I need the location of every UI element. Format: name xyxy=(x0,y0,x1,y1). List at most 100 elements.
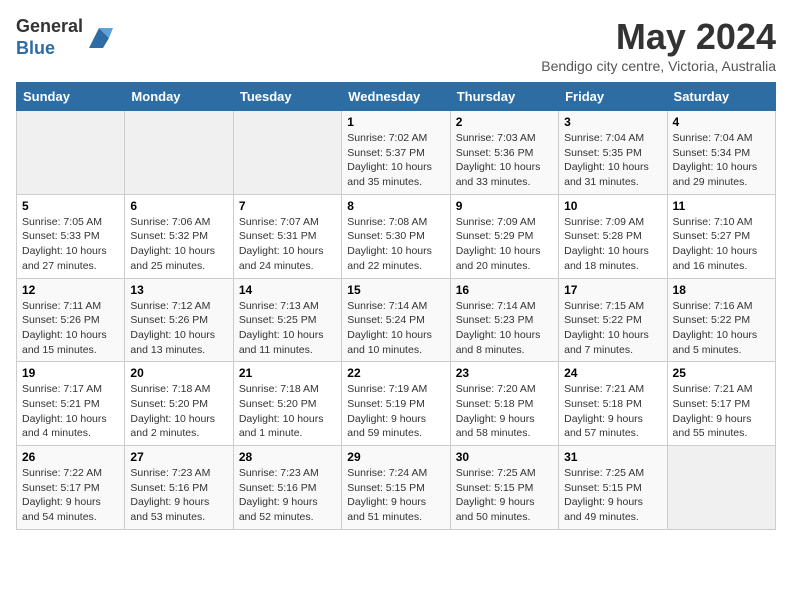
day-number: 25 xyxy=(673,366,770,380)
calendar-cell: 5 Sunrise: 7:05 AM Sunset: 5:33 PM Daylig… xyxy=(17,194,125,278)
calendar-cell xyxy=(125,111,233,195)
day-info: Sunrise: 7:22 AM Sunset: 5:17 PM Dayligh… xyxy=(22,466,119,525)
calendar-cell: 31 Sunrise: 7:25 AM Sunset: 5:15 PM Dayli… xyxy=(559,446,667,530)
day-info: Sunrise: 7:10 AM Sunset: 5:27 PM Dayligh… xyxy=(673,215,770,274)
day-info: Sunrise: 7:14 AM Sunset: 5:23 PM Dayligh… xyxy=(456,299,553,358)
calendar-cell: 11 Sunrise: 7:10 AM Sunset: 5:27 PM Dayli… xyxy=(667,194,775,278)
calendar-cell: 12 Sunrise: 7:11 AM Sunset: 5:26 PM Dayli… xyxy=(17,278,125,362)
location: Bendigo city centre, Victoria, Australia xyxy=(541,58,776,74)
calendar-cell: 26 Sunrise: 7:22 AM Sunset: 5:17 PM Dayli… xyxy=(17,446,125,530)
day-info: Sunrise: 7:06 AM Sunset: 5:32 PM Dayligh… xyxy=(130,215,227,274)
week-row-2: 12 Sunrise: 7:11 AM Sunset: 5:26 PM Dayli… xyxy=(17,278,776,362)
day-number: 5 xyxy=(22,199,119,213)
calendar-cell: 21 Sunrise: 7:18 AM Sunset: 5:20 PM Dayli… xyxy=(233,362,341,446)
week-row-4: 26 Sunrise: 7:22 AM Sunset: 5:17 PM Dayli… xyxy=(17,446,776,530)
day-info: Sunrise: 7:02 AM Sunset: 5:37 PM Dayligh… xyxy=(347,131,444,190)
header-monday: Monday xyxy=(125,83,233,111)
day-info: Sunrise: 7:25 AM Sunset: 5:15 PM Dayligh… xyxy=(456,466,553,525)
day-info: Sunrise: 7:09 AM Sunset: 5:28 PM Dayligh… xyxy=(564,215,661,274)
calendar-cell xyxy=(233,111,341,195)
day-info: Sunrise: 7:05 AM Sunset: 5:33 PM Dayligh… xyxy=(22,215,119,274)
logo-blue: Blue xyxy=(16,38,55,58)
day-number: 2 xyxy=(456,115,553,129)
calendar-cell: 19Sunrise: 7:17 AM Sunset: 5:21 PM Dayli… xyxy=(17,362,125,446)
day-number: 24 xyxy=(564,366,661,380)
calendar-header: SundayMondayTuesdayWednesdayThursdayFrid… xyxy=(17,83,776,111)
day-number: 15 xyxy=(347,283,444,297)
day-number: 23 xyxy=(456,366,553,380)
day-number: 26 xyxy=(22,450,119,464)
day-info: Sunrise: 7:18 AM Sunset: 5:20 PM Dayligh… xyxy=(130,382,227,441)
logo-icon xyxy=(85,24,113,52)
day-number: 4 xyxy=(673,115,770,129)
day-number: 7 xyxy=(239,199,336,213)
day-number: 6 xyxy=(130,199,227,213)
calendar-cell: 3Sunrise: 7:04 AM Sunset: 5:35 PM Daylig… xyxy=(559,111,667,195)
day-number: 29 xyxy=(347,450,444,464)
day-number: 8 xyxy=(347,199,444,213)
day-number: 13 xyxy=(130,283,227,297)
day-info: Sunrise: 7:04 AM Sunset: 5:34 PM Dayligh… xyxy=(673,131,770,190)
day-number: 18 xyxy=(673,283,770,297)
calendar-cell: 30 Sunrise: 7:25 AM Sunset: 5:15 PM Dayli… xyxy=(450,446,558,530)
day-number: 9 xyxy=(456,199,553,213)
day-info: Sunrise: 7:19 AM Sunset: 5:19 PM Dayligh… xyxy=(347,382,444,441)
day-number: 11 xyxy=(673,199,770,213)
logo: General Blue xyxy=(16,16,113,59)
day-number: 20 xyxy=(130,366,227,380)
calendar-cell: 4 Sunrise: 7:04 AM Sunset: 5:34 PM Daylig… xyxy=(667,111,775,195)
day-info: Sunrise: 7:07 AM Sunset: 5:31 PM Dayligh… xyxy=(239,215,336,274)
calendar-cell: 24 Sunrise: 7:21 AM Sunset: 5:18 PM Dayli… xyxy=(559,362,667,446)
calendar-cell: 9 Sunrise: 7:09 AM Sunset: 5:29 PM Daylig… xyxy=(450,194,558,278)
day-number: 10 xyxy=(564,199,661,213)
calendar-cell: 22Sunrise: 7:19 AM Sunset: 5:19 PM Dayli… xyxy=(342,362,450,446)
header-tuesday: Tuesday xyxy=(233,83,341,111)
day-info: Sunrise: 7:23 AM Sunset: 5:16 PM Dayligh… xyxy=(130,466,227,525)
header-row: SundayMondayTuesdayWednesdayThursdayFrid… xyxy=(17,83,776,111)
day-info: Sunrise: 7:21 AM Sunset: 5:18 PM Dayligh… xyxy=(564,382,661,441)
week-row-1: 5 Sunrise: 7:05 AM Sunset: 5:33 PM Daylig… xyxy=(17,194,776,278)
day-info: Sunrise: 7:23 AM Sunset: 5:16 PM Dayligh… xyxy=(239,466,336,525)
calendar-cell: 6 Sunrise: 7:06 AM Sunset: 5:32 PM Daylig… xyxy=(125,194,233,278)
day-info: Sunrise: 7:04 AM Sunset: 5:35 PM Dayligh… xyxy=(564,131,661,190)
day-number: 30 xyxy=(456,450,553,464)
day-number: 12 xyxy=(22,283,119,297)
day-info: Sunrise: 7:18 AM Sunset: 5:20 PM Dayligh… xyxy=(239,382,336,441)
calendar-cell: 28Sunrise: 7:23 AM Sunset: 5:16 PM Dayli… xyxy=(233,446,341,530)
calendar-cell: 8Sunrise: 7:08 AM Sunset: 5:30 PM Daylig… xyxy=(342,194,450,278)
calendar-cell: 1 Sunrise: 7:02 AM Sunset: 5:37 PM Daylig… xyxy=(342,111,450,195)
day-info: Sunrise: 7:20 AM Sunset: 5:18 PM Dayligh… xyxy=(456,382,553,441)
day-number: 21 xyxy=(239,366,336,380)
calendar-cell xyxy=(17,111,125,195)
day-info: Sunrise: 7:09 AM Sunset: 5:29 PM Dayligh… xyxy=(456,215,553,274)
week-row-3: 19Sunrise: 7:17 AM Sunset: 5:21 PM Dayli… xyxy=(17,362,776,446)
day-info: Sunrise: 7:21 AM Sunset: 5:17 PM Dayligh… xyxy=(673,382,770,441)
calendar-cell xyxy=(667,446,775,530)
day-info: Sunrise: 7:14 AM Sunset: 5:24 PM Dayligh… xyxy=(347,299,444,358)
day-number: 19 xyxy=(22,366,119,380)
header-friday: Friday xyxy=(559,83,667,111)
day-info: Sunrise: 7:15 AM Sunset: 5:22 PM Dayligh… xyxy=(564,299,661,358)
calendar-cell: 13Sunrise: 7:12 AM Sunset: 5:26 PM Dayli… xyxy=(125,278,233,362)
calendar-cell: 10 Sunrise: 7:09 AM Sunset: 5:28 PM Dayli… xyxy=(559,194,667,278)
day-number: 17 xyxy=(564,283,661,297)
day-info: Sunrise: 7:25 AM Sunset: 5:15 PM Dayligh… xyxy=(564,466,661,525)
day-info: Sunrise: 7:24 AM Sunset: 5:15 PM Dayligh… xyxy=(347,466,444,525)
day-info: Sunrise: 7:13 AM Sunset: 5:25 PM Dayligh… xyxy=(239,299,336,358)
day-info: Sunrise: 7:16 AM Sunset: 5:22 PM Dayligh… xyxy=(673,299,770,358)
calendar-cell: 7 Sunrise: 7:07 AM Sunset: 5:31 PM Daylig… xyxy=(233,194,341,278)
header-sunday: Sunday xyxy=(17,83,125,111)
day-number: 31 xyxy=(564,450,661,464)
page-header: General Blue May 2024 Bendigo city centr… xyxy=(16,16,776,74)
day-info: Sunrise: 7:11 AM Sunset: 5:26 PM Dayligh… xyxy=(22,299,119,358)
title-block: May 2024 Bendigo city centre, Victoria, … xyxy=(541,16,776,74)
day-number: 1 xyxy=(347,115,444,129)
calendar-table: SundayMondayTuesdayWednesdayThursdayFrid… xyxy=(16,82,776,530)
calendar-cell: 27Sunrise: 7:23 AM Sunset: 5:16 PM Dayli… xyxy=(125,446,233,530)
day-number: 16 xyxy=(456,283,553,297)
calendar-cell: 25 Sunrise: 7:21 AM Sunset: 5:17 PM Dayli… xyxy=(667,362,775,446)
header-saturday: Saturday xyxy=(667,83,775,111)
calendar-cell: 23 Sunrise: 7:20 AM Sunset: 5:18 PM Dayli… xyxy=(450,362,558,446)
month-year: May 2024 xyxy=(541,16,776,58)
header-wednesday: Wednesday xyxy=(342,83,450,111)
